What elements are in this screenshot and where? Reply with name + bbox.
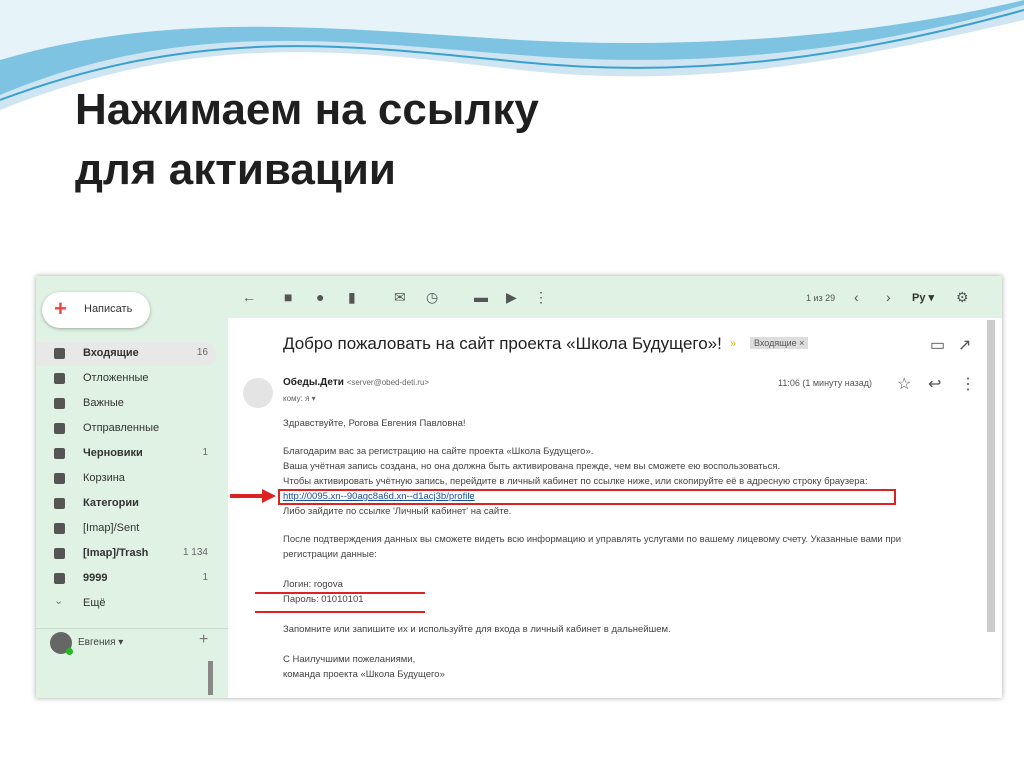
label-icon[interactable]: ▶	[506, 289, 517, 306]
scrollbar[interactable]	[208, 661, 213, 695]
sidebar-item[interactable]: [Imap]/Trash 1 134	[36, 542, 216, 566]
sidebar-item[interactable]: Категории	[36, 492, 216, 516]
slide-title: Нажимаем на ссылку для активации	[75, 80, 539, 200]
draft-icon	[54, 448, 65, 459]
sidebar-item-count: 1	[202, 572, 208, 583]
label-chip[interactable]: Входящие ×	[750, 337, 809, 349]
inbox-icon	[54, 348, 65, 359]
send-icon	[54, 423, 65, 434]
sidebar-item[interactable]: Корзина	[36, 467, 216, 491]
sidebar-item-label: [Imap]/Trash	[83, 547, 149, 559]
move-to-icon[interactable]: ▬	[474, 289, 488, 305]
sidebar-item-label: Отправленные	[83, 422, 160, 434]
toolbar: ← ■ ● ▮ ✉ ◷ ▬ ▶ ⋮ 1 из 29 ‹ › Ру ▾ ⚙	[228, 276, 1002, 318]
email-body-line: Пароль: 01010101	[283, 594, 364, 605]
input-language[interactable]: Ру ▾	[912, 291, 934, 304]
email-body-line: Либо зайдите по ссылке 'Личный кабинет' …	[283, 506, 512, 517]
more-options-icon[interactable]: ⋮	[960, 374, 976, 394]
archive-icon[interactable]: ■	[284, 289, 292, 305]
email-body-line: Чтобы активировать учётную запись, перей…	[283, 476, 868, 487]
sidebar-item-label: Входящие	[83, 347, 139, 359]
print-icon[interactable]: ▭	[930, 335, 945, 355]
label-icon	[54, 498, 65, 509]
snooze-icon[interactable]: ◷	[426, 289, 438, 306]
open-new-window-icon[interactable]: ↗	[958, 335, 971, 355]
back-icon[interactable]: ←	[242, 289, 256, 305]
email-body-line: Запомните или запишите их и используйте …	[283, 624, 671, 635]
chevron-down-icon: ⌄	[54, 595, 64, 607]
red-arrow-icon	[230, 489, 276, 503]
spam-icon[interactable]: ●	[316, 289, 324, 305]
sidebar-item[interactable]: Отправленные	[36, 417, 216, 441]
pager: 1 из 29	[806, 293, 836, 303]
email-body-line: Здравствуйте, Рогова Евгения Павловна!	[283, 418, 466, 429]
sidebar-item-label: [Imap]/Sent	[83, 522, 140, 534]
sidebar-item[interactable]: Входящие 16	[36, 342, 216, 366]
sidebar-item-count: 1 134	[182, 547, 208, 558]
compose-button[interactable]: + Написать	[42, 292, 150, 328]
login-underline	[255, 592, 425, 594]
settings-icon[interactable]: ⚙	[956, 289, 969, 306]
sidebar-item[interactable]: [Imap]/Sent	[36, 517, 216, 541]
important-icon	[54, 398, 65, 409]
email-body-line: Благодарим вас за регистрацию на сайте п…	[283, 446, 594, 457]
email-body-line: регистрации данные:	[283, 549, 377, 560]
sidebar-item-label: Важные	[83, 397, 124, 409]
label-icon	[54, 548, 65, 559]
user-name[interactable]: Евгения ▾	[78, 637, 123, 648]
sidebar-item-label: 9999	[83, 572, 108, 584]
sender-avatar	[243, 378, 273, 408]
title-line-2: для активации	[75, 145, 396, 194]
label-icon	[54, 523, 65, 534]
plus-icon: +	[54, 296, 67, 321]
sidebar-item-label: Отложенные	[83, 372, 149, 384]
sidebar-item-label: Категории	[83, 497, 139, 509]
mark-unread-icon[interactable]: ✉	[394, 289, 406, 306]
add-icon[interactable]: +	[199, 631, 208, 649]
sidebar-item[interactable]: Черновики 1	[36, 442, 216, 466]
more-icon[interactable]: ⋮	[534, 289, 548, 306]
sender-name: Обеды.Дети	[283, 377, 344, 388]
title-line-1: Нажимаем на ссылку	[75, 85, 539, 134]
sidebar-item[interactable]: Важные	[36, 392, 216, 416]
sidebar-item-count: 16	[196, 347, 208, 358]
email-body-line: команда проекта «Школа Будущего»	[283, 669, 445, 680]
email-body-line: С Наилучшими пожеланиями,	[283, 654, 416, 665]
link-highlight-box	[278, 489, 896, 505]
divider	[36, 628, 228, 629]
next-icon[interactable]: ›	[886, 289, 891, 305]
email-body-line: После подтверждения данных вы сможете ви…	[283, 534, 902, 545]
trash-icon	[54, 473, 65, 484]
password-underline	[255, 611, 425, 613]
recipient[interactable]: кому: я ▾	[283, 394, 316, 403]
sidebar-item-count: 1	[202, 447, 208, 458]
sidebar-item[interactable]: Отложенные	[36, 367, 216, 391]
sidebar-item-label: Ещё	[83, 597, 106, 609]
online-status-icon	[66, 648, 73, 655]
main-scrollbar[interactable]	[987, 320, 995, 632]
sidebar-item[interactable]: 9999 1	[36, 567, 216, 591]
email-subject: Добро пожаловать на сайт проекта «Школа …	[283, 334, 722, 353]
snooze-icon	[54, 373, 65, 384]
sidebar-item-label: Черновики	[83, 447, 143, 459]
compose-label: Написать	[84, 303, 133, 315]
sidebar-item[interactable]: ⌄ Ещё	[36, 592, 216, 616]
star-icon[interactable]: ☆	[897, 374, 911, 394]
sidebar-item-label: Корзина	[83, 472, 125, 484]
important-marker-icon[interactable]: »	[730, 338, 736, 350]
email-body-line: Логин: rogova	[283, 579, 343, 590]
sender-email: <server@obed-deti.ru>	[346, 378, 430, 387]
sidebar: + Написать Входящие 16 Отложенные Важные Отпр…	[36, 276, 228, 698]
prev-icon[interactable]: ‹	[854, 289, 859, 305]
email-body-line: Ваша учётная запись создана, но она долж…	[283, 461, 781, 472]
email-time: 11:06 (1 минуту назад)	[778, 378, 873, 388]
label-icon	[54, 573, 65, 584]
delete-icon[interactable]: ▮	[348, 289, 356, 306]
reply-icon[interactable]: ↩	[928, 374, 941, 394]
